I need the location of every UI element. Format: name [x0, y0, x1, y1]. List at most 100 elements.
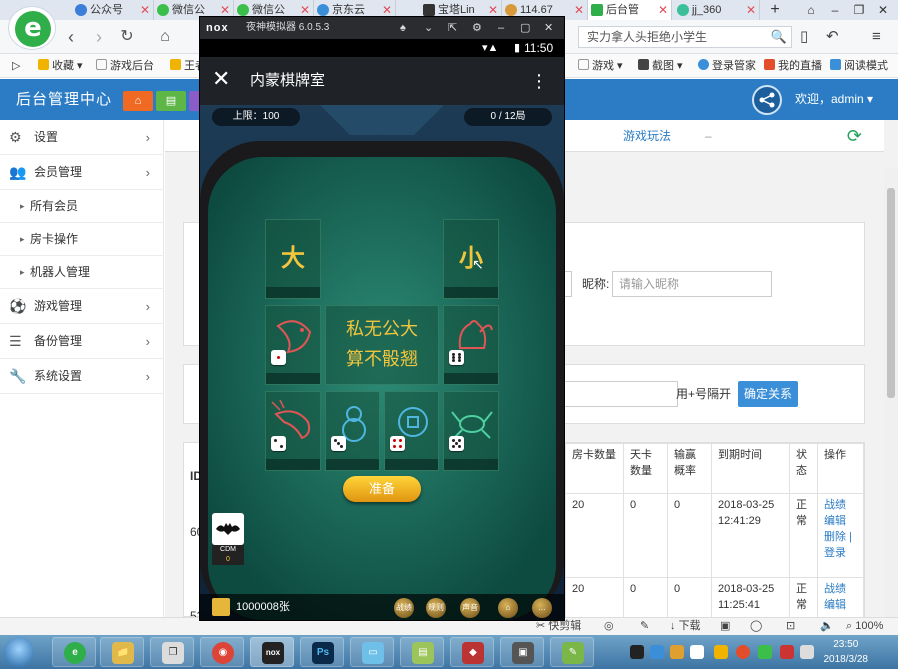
browser-tab[interactable]: jj_360 ✕ [674, 0, 760, 20]
sidebar-item-members[interactable]: 👥 会员管理 › [0, 155, 164, 190]
browser-tab-active[interactable]: 后台管 ✕ [588, 0, 672, 20]
bookmark-item[interactable]: 截图 ▾ [638, 54, 683, 78]
pin-icon[interactable]: ✎ [640, 618, 649, 635]
bookmark-item[interactable]: 我的直播 [764, 54, 822, 78]
delete-link[interactable]: 删除 | [824, 529, 857, 545]
scrollbar-thumb[interactable] [887, 188, 895, 398]
page-scrollbar[interactable] [884, 168, 898, 617]
nox-tray-icon[interactable] [630, 645, 644, 659]
gear-icon[interactable]: ⚙ [472, 17, 482, 39]
login-link[interactable]: 登录 [824, 545, 857, 561]
menu-icon[interactable]: ≡ [872, 26, 881, 48]
window-close-button[interactable]: ✕ [872, 0, 894, 20]
chevron-down-icon[interactable]: ⌄ [424, 17, 433, 39]
ready-button[interactable]: 准备 [343, 476, 421, 502]
sidebar-item-settings[interactable]: ⚙ 设置 › [0, 120, 164, 155]
shirt-icon[interactable]: ⌂ [800, 0, 822, 20]
tray-icon[interactable] [670, 645, 684, 659]
bet-cell-crab[interactable] [443, 391, 499, 471]
zoom-control[interactable]: ⌕ 100% [846, 618, 883, 635]
taskbar-app[interactable]: Ps [300, 637, 344, 667]
tray-icon[interactable] [736, 645, 750, 659]
close-icon[interactable]: ✕ [658, 0, 668, 20]
bookmark-favorites[interactable]: 收藏 ▾ [38, 54, 83, 78]
tray-icon[interactable] [758, 645, 772, 659]
minimize-button[interactable]: – [824, 0, 846, 20]
bet-cell-gourd[interactable] [325, 391, 380, 471]
edit-link[interactable]: 编辑 [824, 513, 857, 529]
nickname-input[interactable]: 请输入昵称 [612, 271, 772, 297]
bet-cell-shrimp[interactable] [265, 391, 321, 471]
new-tab-button[interactable]: + [764, 0, 786, 20]
close-icon[interactable]: ✕ [746, 0, 756, 20]
bookmark-item[interactable]: 登录管家 [698, 54, 756, 78]
speaker-icon[interactable]: 🔈 [820, 618, 834, 635]
bet-cell-rooster[interactable] [443, 305, 499, 385]
records-link[interactable]: 战绩 [824, 497, 857, 513]
translate-icon[interactable]: ◎ [604, 618, 614, 635]
minimize-button[interactable]: – [498, 17, 504, 39]
records-button[interactable]: 战绩 [394, 598, 414, 618]
undo-icon[interactable]: ↶ [826, 26, 839, 48]
close-icon[interactable]: ✕ [574, 0, 584, 20]
user-welcome[interactable]: 欢迎，admin ▾ [795, 79, 873, 120]
eye-icon[interactable]: ▣ [720, 618, 730, 635]
edit-link[interactable]: 编辑 [824, 597, 857, 613]
browser-tab[interactable]: 公众号 ✕ [72, 0, 154, 20]
sidebar-subitem-room-cards[interactable]: ▸ 房卡操作 [0, 223, 164, 256]
sidebar-subitem-robots[interactable]: ▸ 机器人管理 [0, 256, 164, 289]
tab-game-rules[interactable]: 游戏玩法 [623, 120, 671, 152]
player-avatar[interactable]: CDM 0 [212, 513, 244, 565]
records-link[interactable]: 战绩 [824, 581, 857, 597]
sidebar-toggle-icon[interactable]: ▷ [12, 54, 20, 78]
home-button[interactable]: ⌂ [154, 26, 176, 48]
close-icon[interactable]: ✕ [140, 0, 150, 20]
taskbar-app[interactable]: ▣ [500, 637, 544, 667]
tab-more[interactable]: – [705, 120, 712, 152]
rules-button[interactable]: 规则 [426, 598, 446, 618]
close-button[interactable]: ✕ [544, 17, 553, 39]
shirt-icon[interactable]: ♠ [400, 17, 406, 39]
home-shortcut-button[interactable]: ⌂ [123, 91, 153, 111]
taskbar-app[interactable]: ▭ [350, 637, 394, 667]
bet-cell-coin[interactable] [384, 391, 439, 471]
tray-icon[interactable] [780, 645, 794, 659]
bookmark-item[interactable]: 游戏后台 [96, 54, 154, 78]
home-icon[interactable]: ⌂ [498, 598, 518, 618]
tray-icon[interactable] [714, 645, 728, 659]
close-icon[interactable]: ✕ [212, 63, 230, 95]
more-vert-icon[interactable]: ⋮ [530, 57, 548, 105]
relation-input[interactable] [554, 381, 678, 407]
phone-icon[interactable]: ▯ [800, 26, 808, 48]
share-network-icon[interactable] [752, 85, 782, 115]
reload-button[interactable]: ↻ [116, 26, 138, 48]
confirm-relation-button[interactable]: 确定关系 [738, 381, 798, 407]
taskbar-app-active[interactable]: nox [250, 637, 294, 667]
sound-button[interactable]: 声音 [460, 598, 480, 618]
search-input[interactable]: 实力拿人头拒绝小学生 🔍 [578, 26, 792, 48]
system-clock[interactable]: 23:50 2018/3/28 [824, 637, 869, 667]
chat-icon[interactable]: … [532, 598, 552, 618]
emulator-title-bar[interactable]: nox 夜神模拟器 6.0.5.3 ♠ ⌄ ⇱ ⚙ – ▢ ✕ [200, 17, 564, 39]
taskbar-app[interactable]: ◆ [450, 637, 494, 667]
download-button[interactable]: ↓ 下载 [670, 618, 701, 635]
sidebar-item-games[interactable]: ⚽ 游戏管理 › [0, 289, 164, 324]
bookmark-item[interactable]: 阅读模式 [830, 54, 888, 78]
tray-icon[interactable] [650, 645, 664, 659]
start-button[interactable] [4, 637, 34, 667]
taskbar-app[interactable]: ❐ [150, 637, 194, 667]
search-icon[interactable]: ◯ [750, 618, 762, 635]
bet-cell-small[interactable]: 小 ↖ [443, 219, 499, 299]
search-icon[interactable]: 🔍 [771, 27, 787, 47]
grid-shortcut-button[interactable]: ▤ [156, 91, 186, 111]
crop-icon[interactable]: ⊡ [786, 618, 795, 635]
refresh-icon[interactable]: ⟳ [847, 126, 862, 147]
taskbar-app[interactable]: e [52, 637, 96, 667]
maximize-button[interactable]: ❐ [848, 0, 870, 20]
back-button[interactable]: ‹ [60, 26, 82, 48]
forward-button[interactable]: › [88, 26, 110, 48]
bet-cell-fish[interactable] [265, 305, 321, 385]
maximize-button[interactable]: ▢ [520, 17, 530, 39]
pin-icon[interactable]: ⇱ [448, 17, 457, 39]
taskbar-app[interactable]: 📁 [100, 637, 144, 667]
